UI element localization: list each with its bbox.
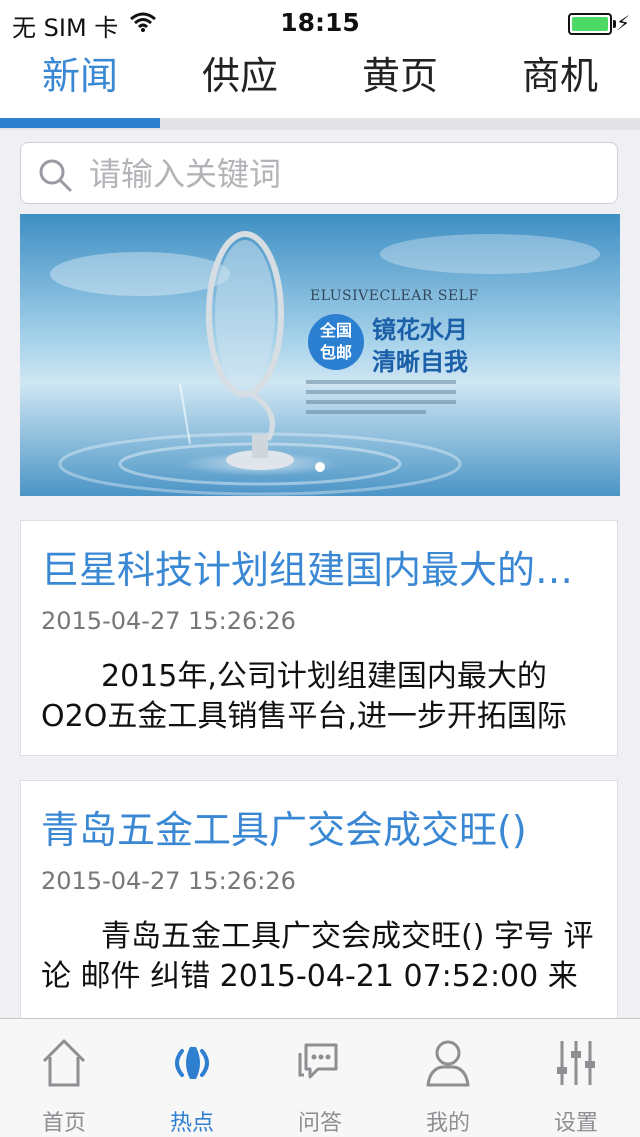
bottom-tab-label: 设置 bbox=[553, 1111, 598, 1136]
hotspot-icon bbox=[175, 1047, 209, 1079]
news-date: 2015-04-27 15:26:26 bbox=[41, 607, 296, 635]
tab-supply[interactable]: 供应 bbox=[160, 44, 320, 118]
banner-headline-2: 清晰自我 bbox=[372, 348, 468, 376]
user-icon bbox=[426, 1040, 470, 1087]
carousel-page-indicator[interactable] bbox=[315, 462, 325, 472]
search-icon bbox=[39, 159, 72, 192]
tab-business[interactable]: 商机 bbox=[480, 44, 640, 118]
badge-line-1: 全国 bbox=[319, 321, 352, 340]
news-excerpt: 2015年,公司计划组建国内最大的O2O五金工具销售平台,进一步开拓国际市场 bbox=[41, 659, 567, 734]
tab-news[interactable]: 新闻 bbox=[0, 44, 160, 118]
settings-icon bbox=[557, 1041, 595, 1085]
charging-icon: ⚡ bbox=[615, 11, 630, 35]
bottom-tab-label: 问答 bbox=[297, 1111, 342, 1136]
search-box[interactable] bbox=[20, 142, 618, 204]
banner-subtitle: ELUSIVECLEAR SELF bbox=[310, 288, 479, 304]
search-input[interactable] bbox=[87, 149, 611, 199]
news-title[interactable]: 巨星科技计划组建国内最大的O2O五金工具销售平台 bbox=[41, 539, 601, 594]
news-title[interactable]: 青岛五金工具广交会成交旺() bbox=[41, 799, 601, 854]
promo-banner[interactable]: ELUSIVECLEAR SELF 全国 包邮 镜花水月 清晰自我 bbox=[20, 214, 620, 496]
battery-icon bbox=[568, 13, 616, 35]
news-card[interactable]: 巨星科技计划组建国内最大的O2O五金工具销售平台 2015-04-27 15:2… bbox=[20, 520, 618, 756]
bottom-tab-label: 首页 bbox=[41, 1111, 86, 1136]
home-icon bbox=[42, 1039, 86, 1087]
bottom-tab-bar: 首页 热点 问答 我的 设置 bbox=[0, 1018, 640, 1137]
bottom-tab-mine[interactable]: 我的 bbox=[384, 1019, 512, 1137]
bottom-tab-label: 热点 bbox=[169, 1111, 214, 1136]
free-shipping-badge: 全国 包邮 bbox=[308, 314, 364, 370]
news-card[interactable]: 青岛五金工具广交会成交旺() 2015-04-27 15:26:26 青岛五金工… bbox=[20, 780, 618, 1040]
status-bar: 无 SIM 卡 18:15 ⚡ bbox=[0, 0, 640, 44]
news-excerpt: 青岛五金工具广交会成交旺() 字号 评论 邮件 纠错 2015-04-21 07… bbox=[41, 919, 594, 994]
bottom-tab-hotspot[interactable]: 热点 bbox=[128, 1019, 256, 1137]
bottom-tab-home[interactable]: 首页 bbox=[0, 1019, 128, 1137]
badge-line-2: 包邮 bbox=[319, 343, 352, 362]
banner-headline-1: 镜花水月 bbox=[372, 316, 468, 344]
tab-yellow-pages[interactable]: 黄页 bbox=[320, 44, 480, 118]
bottom-tab-settings[interactable]: 设置 bbox=[512, 1019, 640, 1137]
news-date: 2015-04-27 15:26:26 bbox=[41, 867, 296, 895]
category-tabs: 新闻 供应 黄页 商机 bbox=[0, 44, 640, 118]
bottom-tab-label: 我的 bbox=[425, 1111, 470, 1136]
bottom-tab-qa[interactable]: 问答 bbox=[256, 1019, 384, 1137]
clock: 18:15 bbox=[280, 8, 360, 37]
chat-icon bbox=[298, 1043, 338, 1079]
tab-indicator bbox=[0, 118, 160, 128]
